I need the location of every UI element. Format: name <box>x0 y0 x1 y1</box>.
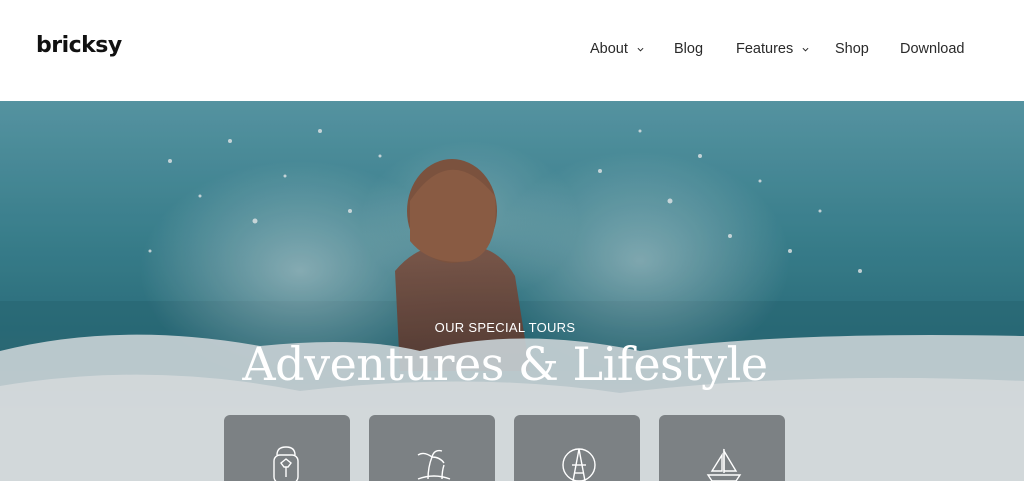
nav-item-label: About <box>590 41 628 57</box>
backpack-icon <box>273 446 299 481</box>
tour-card-eiffel[interactable] <box>514 415 640 481</box>
hero-title: Adventures & Lifestyle <box>242 337 768 391</box>
hero-section: OUR SPECIAL TOURS Adventures & Lifestyle <box>0 101 1024 481</box>
hero-overlay <box>0 101 1024 481</box>
tour-card-backpack[interactable] <box>224 415 350 481</box>
nav-item-download[interactable]: Download <box>900 39 965 59</box>
nav-item-label: Download <box>900 41 965 57</box>
tour-card-sailboat[interactable] <box>659 415 785 481</box>
sailboat-icon <box>706 448 742 481</box>
nav-item-shop[interactable]: Shop <box>835 39 869 59</box>
nav-item-features[interactable]: Features <box>736 39 809 59</box>
hero-eyebrow: OUR SPECIAL TOURS <box>434 320 576 335</box>
chevron-down-icon <box>637 47 644 52</box>
nav-item-label: Shop <box>835 41 869 57</box>
nav-item-blog[interactable]: Blog <box>674 39 703 59</box>
tour-card-island[interactable] <box>369 415 495 481</box>
nav-item-label: Blog <box>674 41 704 57</box>
site-header: bricksy About Blog Features Shop Downloa… <box>0 0 1024 101</box>
main-nav: About Blog Features Shop Download <box>0 39 1024 59</box>
eiffel-globe-icon <box>562 448 596 481</box>
nav-item-label: Features <box>736 41 794 57</box>
nav-item-about[interactable]: About <box>590 39 644 59</box>
chevron-down-icon <box>802 47 809 52</box>
palm-island-icon <box>417 449 451 480</box>
